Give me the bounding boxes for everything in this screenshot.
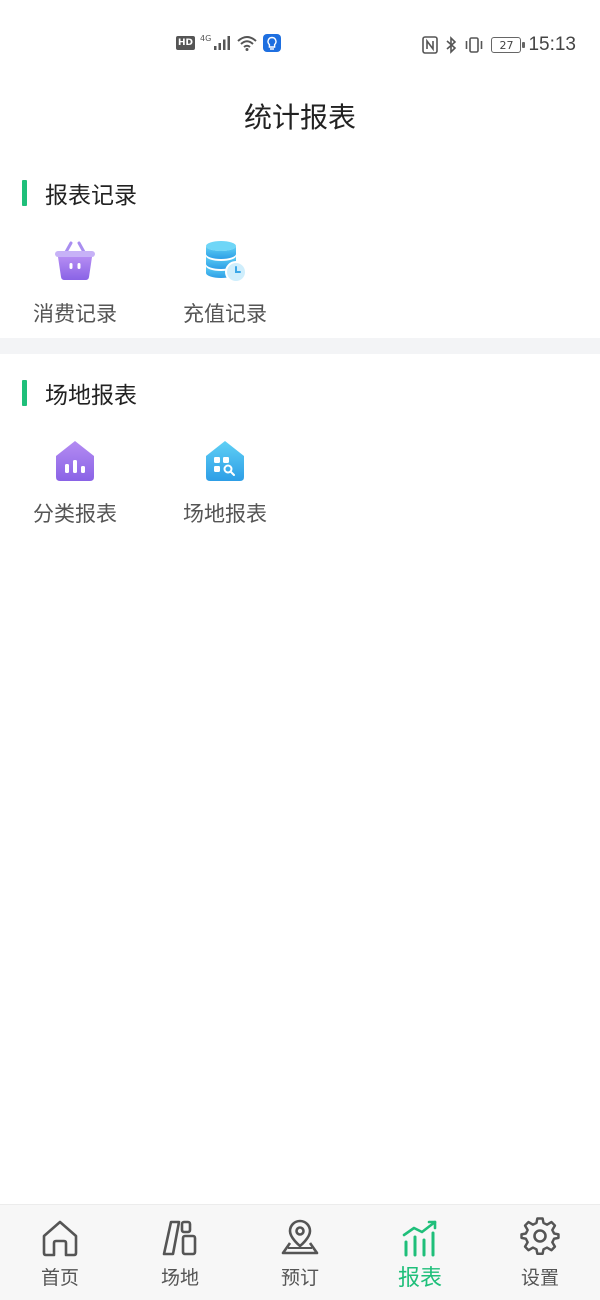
tab-label: 首页 xyxy=(40,1267,79,1289)
grid-item-category-report[interactable]: 分类报表 xyxy=(20,436,130,528)
tab-reports[interactable]: 报表 xyxy=(360,1205,480,1300)
network-type: 4G xyxy=(200,33,212,43)
tab-label: 设置 xyxy=(520,1267,559,1289)
battery-icon: 27 xyxy=(491,37,526,53)
tab-venue[interactable]: 场地 xyxy=(120,1205,240,1300)
status-left: HD 4G xyxy=(176,33,282,52)
status-bar: HD 4G 27 15:13 xyxy=(0,0,600,88)
nfc-icon xyxy=(422,36,439,54)
section-divider xyxy=(0,338,600,354)
clock: 15:13 xyxy=(528,34,576,55)
section-header-venue-reports: 场地报表 xyxy=(22,376,137,410)
grid-item-consumption-records[interactable]: 消费记录 xyxy=(20,236,130,328)
grid-item-venue-report[interactable]: 场地报表 xyxy=(170,436,280,528)
bottom-tab-bar: 首页 场地 预订 报表 设置 xyxy=(0,1204,600,1300)
wifi-icon xyxy=(237,36,257,51)
grid-item-recharge-records[interactable]: 充值记录 xyxy=(170,236,280,328)
page-title: 统计报表 xyxy=(243,101,356,134)
grid-item-label: 场地报表 xyxy=(183,502,267,526)
tab-settings[interactable]: 设置 xyxy=(480,1205,600,1300)
grid-item-label: 充值记录 xyxy=(183,302,267,326)
bluetooth-icon xyxy=(446,36,457,54)
gear-icon xyxy=(520,1217,560,1255)
grid-item-label: 消费记录 xyxy=(33,302,117,326)
home-icon xyxy=(42,1220,78,1257)
database-clock-icon xyxy=(206,241,247,283)
signal-icon xyxy=(214,36,231,50)
tab-label: 预订 xyxy=(280,1267,319,1289)
basket-icon xyxy=(55,241,95,280)
tab-booking[interactable]: 预订 xyxy=(240,1205,360,1300)
house-search-icon xyxy=(206,441,244,481)
grid-item-label: 分类报表 xyxy=(33,502,117,526)
venue-icon xyxy=(162,1220,197,1256)
section-accent-bar xyxy=(22,380,27,406)
app-notification-icon xyxy=(263,34,282,52)
location-pin-icon xyxy=(281,1219,319,1255)
status-right: 27 15:13 xyxy=(422,34,576,56)
section-title: 报表记录 xyxy=(45,183,137,209)
tab-label: 场地 xyxy=(160,1267,199,1289)
tab-home[interactable]: 首页 xyxy=(0,1205,120,1300)
section-title: 场地报表 xyxy=(45,383,137,409)
tab-label: 报表 xyxy=(397,1266,442,1291)
house-chart-icon xyxy=(56,441,94,481)
section-header-report-records: 报表记录 xyxy=(22,176,137,210)
report-chart-icon xyxy=(402,1220,437,1257)
battery-level: 27 xyxy=(499,38,514,52)
hd-badge: HD xyxy=(176,36,196,50)
section-accent-bar xyxy=(22,180,27,206)
vibrate-icon xyxy=(466,37,483,53)
